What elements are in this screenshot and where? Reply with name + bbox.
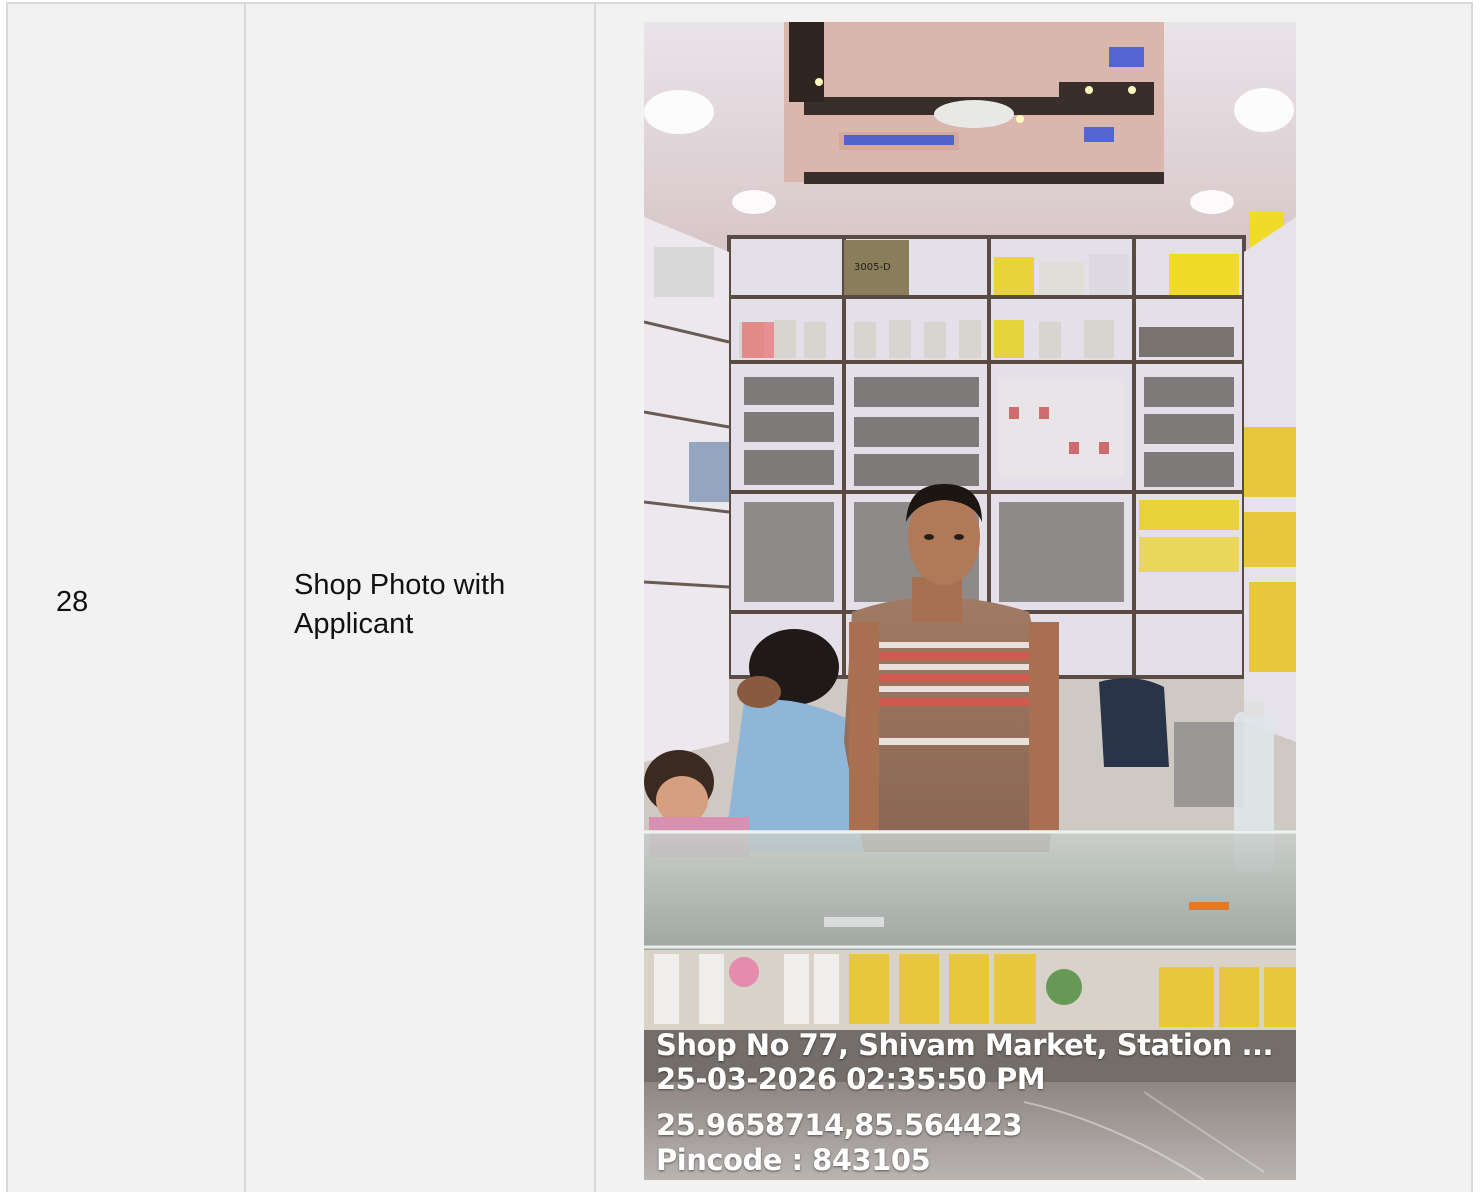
serial-number-cell: 28 — [8, 4, 246, 1192]
photo-caption-pincode: Pincode : 843105 — [656, 1143, 931, 1177]
shop-photo-image: 3005-D — [644, 22, 1296, 1180]
table-row: 28 Shop Photo with Applicant 3005-D Shop… — [6, 2, 1473, 1192]
photo-caption-datetime: 25-03-2026 02:35:50 PM — [656, 1062, 1046, 1096]
document-label-cell: Shop Photo with Applicant — [246, 4, 596, 1192]
serial-number: 28 — [56, 586, 89, 618]
photo-caption-coordinates: 25.9658714,85.564423 — [656, 1108, 1023, 1142]
box-label: 3005-D — [854, 262, 891, 273]
document-table: 28 Shop Photo with Applicant 3005-D Shop… — [6, 2, 1473, 1192]
shop-photo[interactable]: 3005-D Shop No 77, Shivam Market, Statio… — [644, 22, 1296, 1180]
photo-cell: 3005-D Shop No 77, Shivam Market, Statio… — [596, 4, 1473, 1192]
photo-caption-address: Shop No 77, Shivam Market, Station ... — [656, 1028, 1274, 1062]
document-label: Shop Photo with Applicant — [294, 569, 506, 640]
